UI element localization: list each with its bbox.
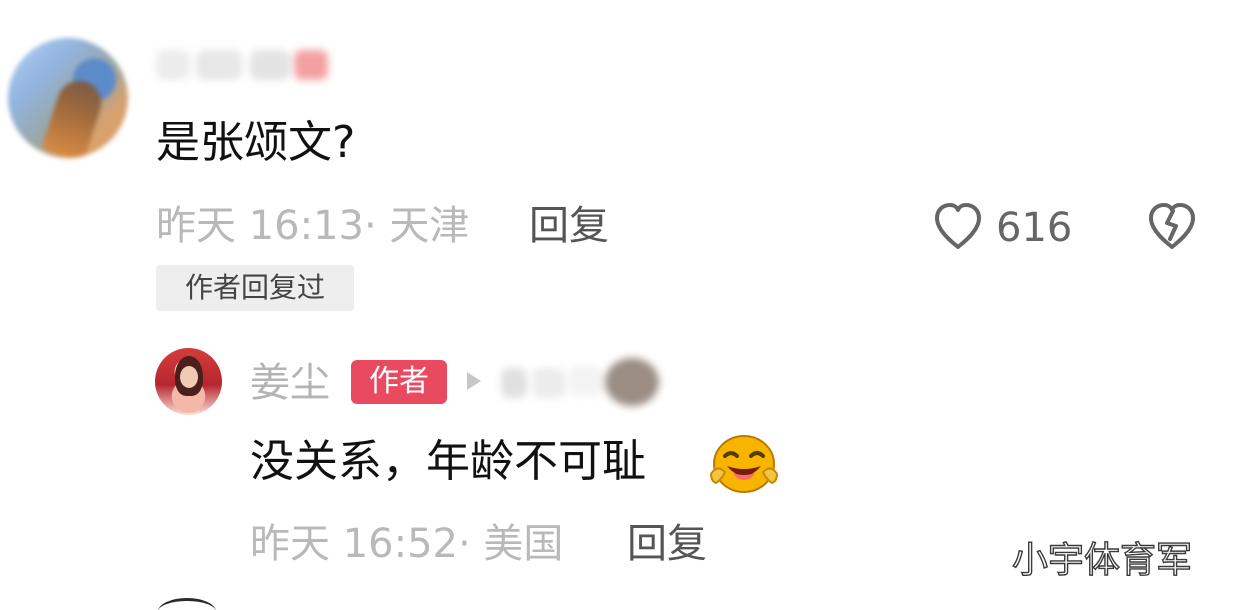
blurred-name-segment <box>569 366 603 396</box>
comment-time-location: 昨天 16:13· 天津 <box>156 203 470 249</box>
blurred-name-segment <box>532 368 566 398</box>
commenter-avatar[interactable] <box>8 38 128 158</box>
watermark-text: 小宇体育军 <box>1011 539 1193 581</box>
laughing-face-emoji <box>709 435 779 493</box>
author-avatar[interactable] <box>155 348 222 415</box>
blurred-name-segment <box>250 50 290 80</box>
broken-heart-icon[interactable] <box>1146 202 1198 252</box>
blurred-name-segment <box>501 368 527 398</box>
comment-meta-row: 昨天 16:13· 天津 回复 616 <box>156 202 1216 252</box>
blurred-name-segment <box>294 50 328 80</box>
author-badge: 作者 <box>351 360 447 404</box>
triangle-right-icon <box>467 372 481 390</box>
reply-text: 没关系，年龄不可耻 <box>250 436 646 487</box>
comment-reply-button[interactable]: 回复 <box>529 202 609 250</box>
author-replied-badge[interactable]: 作者回复过 <box>156 265 354 311</box>
blurred-name-segment <box>196 50 242 80</box>
commenter-name-blurred[interactable] <box>156 46 346 86</box>
replied-user-blurred[interactable] <box>501 352 661 412</box>
reply-time-location: 昨天 16:52· 美国 <box>250 521 564 567</box>
comment-text: 是张颂文? <box>156 117 356 168</box>
reply-reply-button[interactable]: 回复 <box>627 520 707 568</box>
next-avatar-edge <box>158 598 216 610</box>
author-name[interactable]: 姜尘 <box>250 359 330 407</box>
heart-icon <box>935 203 981 249</box>
comment-like-button[interactable]: 616 <box>932 202 1092 252</box>
comment-screen: 是张颂文? 昨天 16:13· 天津 回复 616 作者回复过 姜尘 作者 没关… <box>0 0 1246 610</box>
like-count: 616 <box>996 205 1073 251</box>
blurred-name-segment <box>156 50 190 80</box>
author-reply: 姜尘 作者 没关系，年龄不可耻 昨天 16:52· 美国 回复 <box>155 346 1155 576</box>
comment-thread: 是张颂文? 昨天 16:13· 天津 回复 616 作者回复过 姜尘 作者 没关… <box>0 0 1246 610</box>
blurred-avatar-segment <box>605 358 659 406</box>
